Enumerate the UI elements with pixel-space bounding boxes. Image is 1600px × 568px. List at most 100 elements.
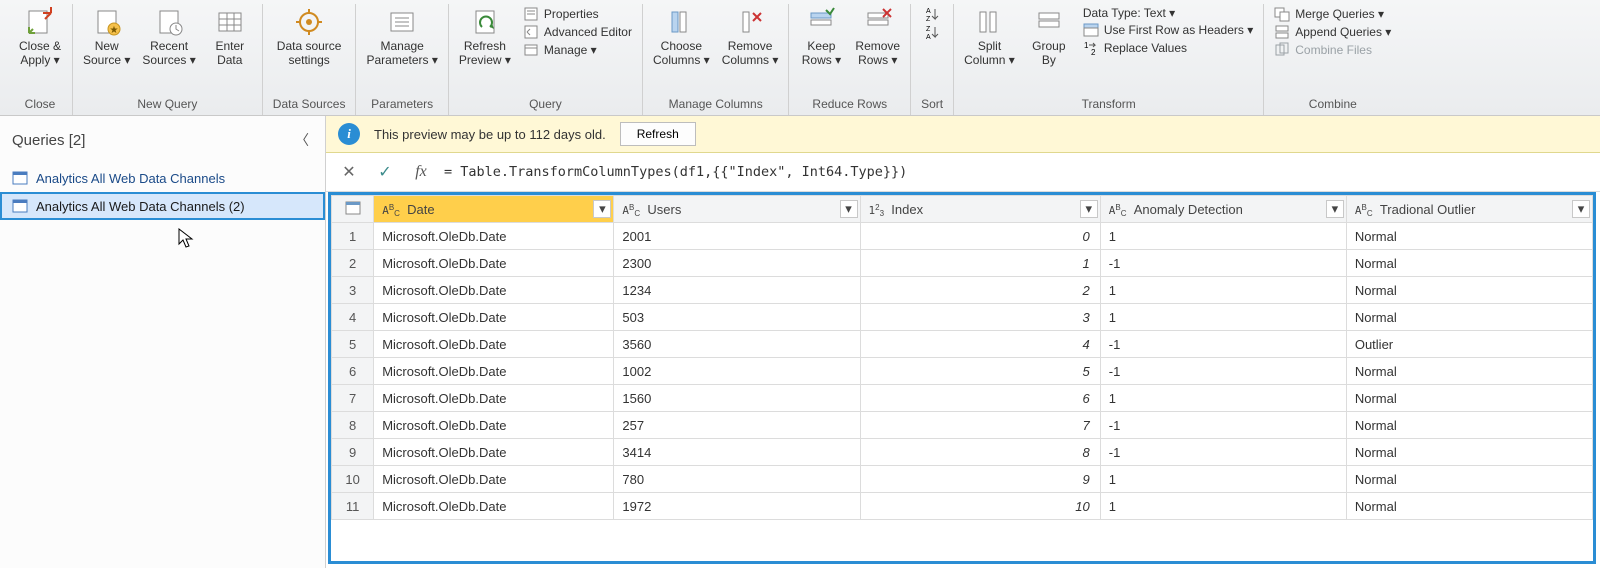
cell-users[interactable]: 3560 bbox=[614, 331, 860, 358]
cell-traditional[interactable]: Outlier bbox=[1346, 331, 1592, 358]
table-row[interactable]: 8Microsoft.OleDb.Date2577-1Normal bbox=[332, 412, 1593, 439]
cell-date[interactable]: Microsoft.OleDb.Date bbox=[374, 466, 614, 493]
cell-index[interactable]: 2 bbox=[860, 277, 1100, 304]
cell-users[interactable]: 1560 bbox=[614, 385, 860, 412]
cell-traditional[interactable]: Normal bbox=[1346, 385, 1592, 412]
cell-date[interactable]: Microsoft.OleDb.Date bbox=[374, 304, 614, 331]
collapse-sidebar-button[interactable]: 〈 bbox=[291, 126, 313, 154]
cell-index[interactable]: 6 bbox=[860, 385, 1100, 412]
choose-columns-button[interactable]: Choose Columns ▾ bbox=[653, 6, 710, 68]
cell-date[interactable]: Microsoft.OleDb.Date bbox=[374, 331, 614, 358]
cell-index[interactable]: 3 bbox=[860, 304, 1100, 331]
sort-desc-button[interactable]: ZA bbox=[924, 24, 940, 40]
table-row[interactable]: 11Microsoft.OleDb.Date1972101Normal bbox=[332, 493, 1593, 520]
cell-users[interactable]: 3414 bbox=[614, 439, 860, 466]
sort-asc-button[interactable]: AZ bbox=[924, 6, 940, 22]
cell-users[interactable]: 2001 bbox=[614, 223, 860, 250]
cell-index[interactable]: 5 bbox=[860, 358, 1100, 385]
formula-cancel-button[interactable]: ✕ bbox=[336, 159, 362, 185]
cell-date[interactable]: Microsoft.OleDb.Date bbox=[374, 412, 614, 439]
cell-users[interactable]: 257 bbox=[614, 412, 860, 439]
cell-index[interactable]: 0 bbox=[860, 223, 1100, 250]
data-type-button[interactable]: Data Type: Text ▾ bbox=[1083, 6, 1175, 20]
remove-rows-button[interactable]: Remove Rows ▾ bbox=[855, 6, 900, 68]
cell-index[interactable]: 7 bbox=[860, 412, 1100, 439]
row-number[interactable]: 7 bbox=[332, 385, 374, 412]
column-filter-button[interactable]: ▾ bbox=[1080, 200, 1098, 218]
info-refresh-button[interactable]: Refresh bbox=[620, 122, 696, 146]
column-filter-button[interactable]: ▾ bbox=[593, 200, 611, 218]
row-number[interactable]: 4 bbox=[332, 304, 374, 331]
remove-columns-button[interactable]: Remove Columns ▾ bbox=[722, 6, 779, 68]
refresh-preview-button[interactable]: Refresh Preview ▾ bbox=[459, 6, 511, 68]
row-number[interactable]: 6 bbox=[332, 358, 374, 385]
advanced-editor-button[interactable]: Advanced Editor bbox=[523, 24, 632, 40]
recent-sources-button[interactable]: Recent Sources ▾ bbox=[142, 6, 195, 68]
column-header-tradional-outlier[interactable]: ABC Tradional Outlier▾ bbox=[1346, 196, 1592, 223]
cell-traditional[interactable]: Normal bbox=[1346, 493, 1592, 520]
table-row[interactable]: 6Microsoft.OleDb.Date10025-1Normal bbox=[332, 358, 1593, 385]
cell-anomaly[interactable]: 1 bbox=[1100, 304, 1346, 331]
cell-users[interactable]: 1972 bbox=[614, 493, 860, 520]
cell-date[interactable]: Microsoft.OleDb.Date bbox=[374, 493, 614, 520]
cell-date[interactable]: Microsoft.OleDb.Date bbox=[374, 385, 614, 412]
append-queries-button[interactable]: Append Queries ▾ bbox=[1274, 24, 1391, 40]
query-item-1[interactable]: Analytics All Web Data Channels (2) bbox=[0, 192, 325, 220]
cell-traditional[interactable]: Normal bbox=[1346, 223, 1592, 250]
table-row[interactable]: 2Microsoft.OleDb.Date23001-1Normal bbox=[332, 250, 1593, 277]
row-number[interactable]: 8 bbox=[332, 412, 374, 439]
table-row[interactable]: 5Microsoft.OleDb.Date35604-1Outlier bbox=[332, 331, 1593, 358]
cell-index[interactable]: 8 bbox=[860, 439, 1100, 466]
column-header-index[interactable]: 123 Index▾ bbox=[860, 196, 1100, 223]
cell-date[interactable]: Microsoft.OleDb.Date bbox=[374, 277, 614, 304]
cell-traditional[interactable]: Normal bbox=[1346, 466, 1592, 493]
cell-date[interactable]: Microsoft.OleDb.Date bbox=[374, 439, 614, 466]
enter-data-button[interactable]: Enter Data bbox=[208, 6, 252, 68]
close-apply-button[interactable]: Close & Apply ▾ bbox=[18, 6, 62, 68]
table-row[interactable]: 3Microsoft.OleDb.Date123421Normal bbox=[332, 277, 1593, 304]
column-header-users[interactable]: ABC Users▾ bbox=[614, 196, 860, 223]
cell-anomaly[interactable]: 1 bbox=[1100, 493, 1346, 520]
cell-traditional[interactable]: Normal bbox=[1346, 277, 1592, 304]
column-filter-button[interactable]: ▾ bbox=[1326, 200, 1344, 218]
properties-button[interactable]: Properties bbox=[523, 6, 599, 22]
cell-index[interactable]: 10 bbox=[860, 493, 1100, 520]
new-source-button[interactable]: ★ New Source ▾ bbox=[83, 6, 130, 68]
row-number[interactable]: 1 bbox=[332, 223, 374, 250]
cell-traditional[interactable]: Normal bbox=[1346, 358, 1592, 385]
cell-date[interactable]: Microsoft.OleDb.Date bbox=[374, 358, 614, 385]
cell-date[interactable]: Microsoft.OleDb.Date bbox=[374, 250, 614, 277]
row-number[interactable]: 3 bbox=[332, 277, 374, 304]
cell-users[interactable]: 780 bbox=[614, 466, 860, 493]
table-row[interactable]: 10Microsoft.OleDb.Date78091Normal bbox=[332, 466, 1593, 493]
cell-users[interactable]: 1234 bbox=[614, 277, 860, 304]
fx-icon[interactable]: fx bbox=[408, 159, 434, 185]
cell-traditional[interactable]: Normal bbox=[1346, 439, 1592, 466]
cell-users[interactable]: 1002 bbox=[614, 358, 860, 385]
cell-anomaly[interactable]: -1 bbox=[1100, 331, 1346, 358]
formula-text[interactable]: = Table.TransformColumnTypes(df1,{{"Inde… bbox=[444, 164, 907, 180]
row-number[interactable]: 9 bbox=[332, 439, 374, 466]
row-number[interactable]: 5 bbox=[332, 331, 374, 358]
cell-anomaly[interactable]: 1 bbox=[1100, 223, 1346, 250]
manage-parameters-button[interactable]: Manage Parameters ▾ bbox=[366, 6, 437, 68]
column-header-date[interactable]: ABC Date▾ bbox=[374, 196, 614, 223]
table-row[interactable]: 7Microsoft.OleDb.Date156061Normal bbox=[332, 385, 1593, 412]
cell-anomaly[interactable]: 1 bbox=[1100, 277, 1346, 304]
row-number[interactable]: 10 bbox=[332, 466, 374, 493]
cell-anomaly[interactable]: 1 bbox=[1100, 466, 1346, 493]
data-source-settings-button[interactable]: Data source settings bbox=[277, 6, 342, 68]
cell-anomaly[interactable]: -1 bbox=[1100, 412, 1346, 439]
table-row[interactable]: 9Microsoft.OleDb.Date34148-1Normal bbox=[332, 439, 1593, 466]
cell-anomaly[interactable]: 1 bbox=[1100, 385, 1346, 412]
cell-users[interactable]: 2300 bbox=[614, 250, 860, 277]
cell-traditional[interactable]: Normal bbox=[1346, 250, 1592, 277]
row-number[interactable]: 2 bbox=[332, 250, 374, 277]
column-header-anomaly-detection[interactable]: ABC Anomaly Detection▾ bbox=[1100, 196, 1346, 223]
formula-commit-button[interactable]: ✓ bbox=[372, 159, 398, 185]
replace-values-button[interactable]: 12Replace Values bbox=[1083, 40, 1187, 56]
merge-queries-button[interactable]: Merge Queries ▾ bbox=[1274, 6, 1384, 22]
table-corner[interactable] bbox=[332, 196, 374, 223]
query-item-0[interactable]: Analytics All Web Data Channels bbox=[0, 164, 325, 192]
cell-anomaly[interactable]: -1 bbox=[1100, 439, 1346, 466]
